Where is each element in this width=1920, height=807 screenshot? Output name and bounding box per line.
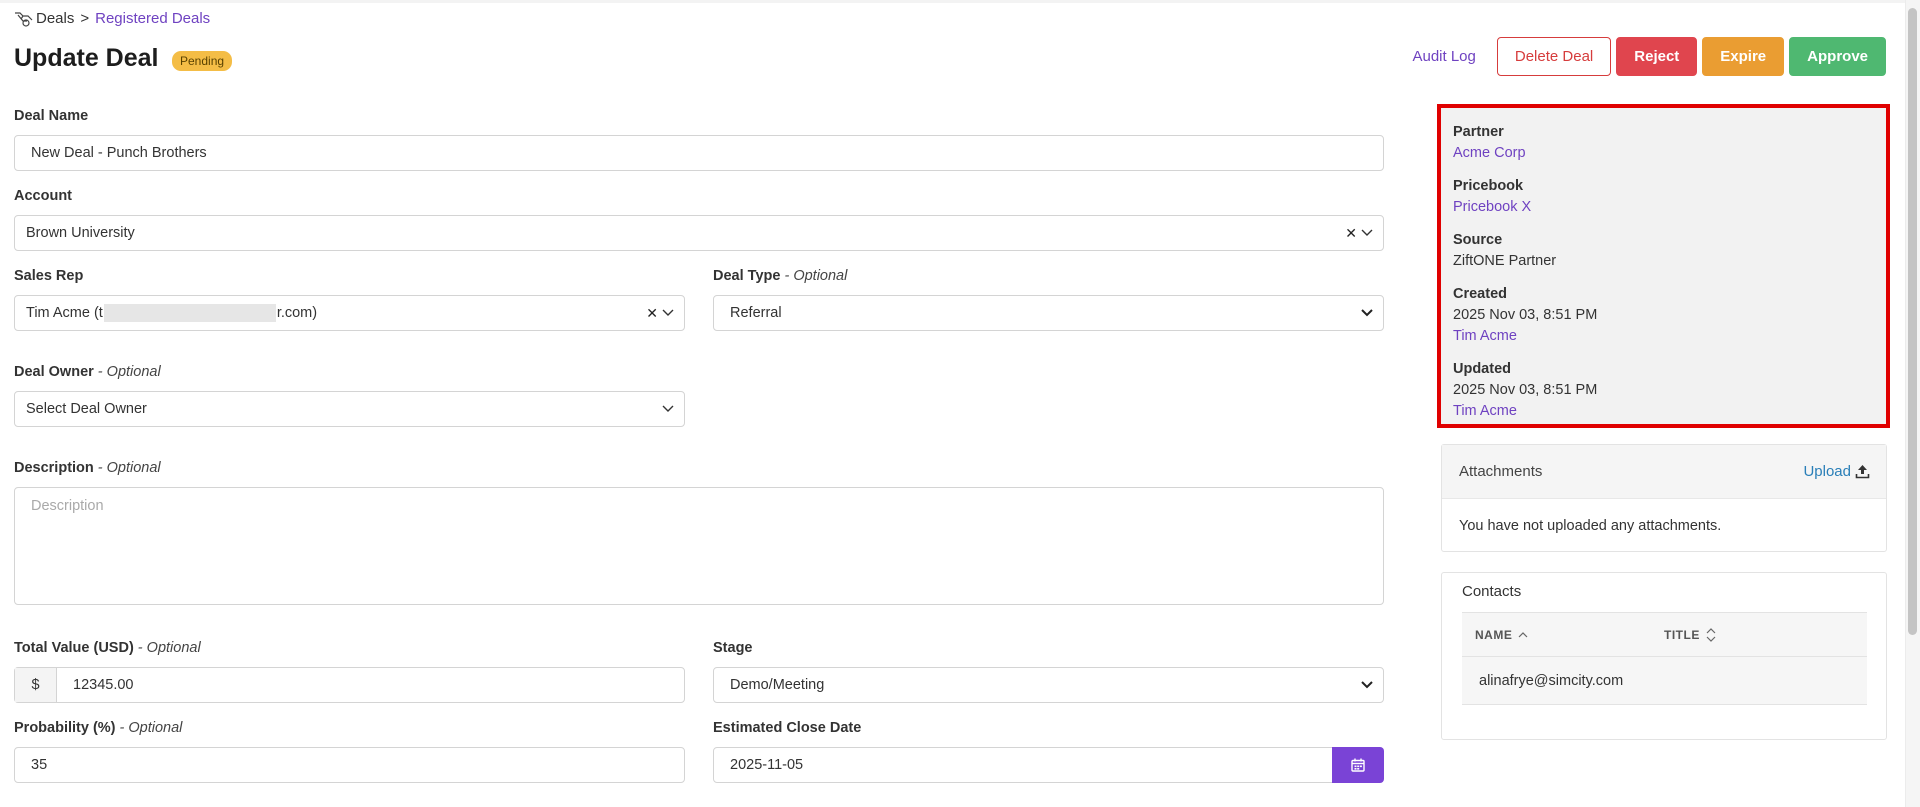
deal-name-input[interactable]: New Deal - Punch Brothers: [14, 135, 1384, 171]
description-textarea[interactable]: Description: [14, 487, 1384, 605]
action-bar: Audit Log Delete Deal Reject Expire Appr…: [1412, 37, 1886, 76]
contacts-title: Contacts: [1462, 583, 1522, 600]
source-info: Source ZiftONE Partner: [1453, 230, 1874, 272]
sort-ascending-icon: [1518, 631, 1528, 637]
expire-button[interactable]: Expire: [1702, 37, 1785, 76]
scrollbar[interactable]: [1905, 0, 1920, 807]
deal-owner-placeholder: Select Deal Owner: [26, 401, 147, 417]
source-label: Source: [1453, 232, 1503, 248]
clear-account-icon[interactable]: ✕: [1345, 225, 1357, 242]
chevron-down-icon[interactable]: [1361, 309, 1373, 317]
breadcrumb-registered-deals[interactable]: Registered Deals: [95, 10, 210, 27]
probability-label: Probability (%) - Optional: [14, 720, 183, 736]
pricebook-info: Pricebook Pricebook X: [1453, 176, 1874, 218]
total-value-input[interactable]: $ 12345.00: [14, 667, 685, 703]
deals-handshake-icon: [15, 11, 33, 27]
sort-both-icon: [1706, 627, 1716, 642]
stage-value: Demo/Meeting: [730, 677, 825, 693]
description-placeholder: Description: [31, 498, 104, 514]
updated-info: Updated 2025 Nov 03, 8:51 PM Tim Acme: [1453, 359, 1874, 422]
chevron-down-icon[interactable]: [1361, 229, 1373, 237]
clear-sales-rep-icon[interactable]: ✕: [646, 305, 658, 322]
contacts-table-header: NAME TITLE: [1462, 613, 1867, 657]
updated-by-link[interactable]: Tim Acme: [1453, 401, 1874, 422]
breadcrumb-separator: >: [80, 10, 90, 27]
chevron-down-icon[interactable]: [662, 405, 674, 413]
deal-name-label: Deal Name: [14, 108, 89, 124]
table-row[interactable]: alinafrye@simcity.com: [1462, 657, 1867, 705]
sales-rep-select[interactable]: Tim Acme (t r.com) ✕: [14, 295, 685, 331]
delete-deal-button[interactable]: Delete Deal: [1496, 37, 1612, 76]
redacted-email: [103, 304, 276, 322]
probability-value: 35: [31, 757, 48, 773]
audit-log-link[interactable]: Audit Log: [1412, 48, 1475, 65]
attachments-empty-message: You have not uploaded any attachments.: [1459, 518, 1722, 534]
created-date: 2025 Nov 03, 8:51 PM: [1453, 307, 1598, 323]
close-date-label: Estimated Close Date: [713, 720, 862, 736]
partner-label: Partner: [1453, 124, 1504, 140]
sales-rep-label: Sales Rep: [14, 268, 84, 284]
deal-name-value: New Deal - Punch Brothers: [31, 145, 207, 161]
updated-date: 2025 Nov 03, 8:51 PM: [1453, 382, 1598, 398]
deal-owner-label: Deal Owner - Optional: [14, 364, 161, 380]
approve-button[interactable]: Approve: [1789, 37, 1886, 76]
stage-label: Stage: [713, 640, 753, 656]
probability-input[interactable]: 35: [14, 747, 685, 783]
page-title: Update Deal: [14, 44, 159, 72]
total-value-label: Total Value (USD) - Optional: [14, 640, 201, 656]
attachments-header: Attachments Upload: [1442, 445, 1886, 499]
created-label: Created: [1453, 286, 1507, 302]
title-column-header[interactable]: TITLE: [1664, 628, 1716, 642]
close-date-value: 2025-11-05: [730, 757, 804, 773]
calendar-button[interactable]: [1332, 747, 1384, 783]
breadcrumb: Deals > Registered Deals: [14, 10, 210, 27]
contact-name: alinafrye@simcity.com: [1479, 672, 1624, 689]
deal-type-value: Referral: [730, 305, 782, 321]
updated-label: Updated: [1453, 361, 1511, 377]
status-badge: Pending: [172, 51, 233, 71]
source-value: ZiftONE Partner: [1453, 253, 1557, 269]
chevron-down-icon[interactable]: [1361, 681, 1373, 689]
deal-type-label: Deal Type - Optional: [713, 268, 848, 284]
created-info: Created 2025 Nov 03, 8:51 PM Tim Acme: [1453, 284, 1874, 347]
stage-select[interactable]: Demo/Meeting: [713, 667, 1384, 703]
attachments-title: Attachments: [1459, 463, 1543, 480]
upload-label: Upload: [1803, 463, 1851, 480]
reject-button[interactable]: Reject: [1616, 37, 1698, 76]
name-column-header[interactable]: NAME: [1462, 628, 1664, 642]
sales-rep-value: Tim Acme (t r.com): [15, 304, 646, 322]
calendar-icon: [1351, 758, 1365, 772]
pricebook-label: Pricebook: [1453, 178, 1524, 194]
top-border: [0, 0, 1905, 3]
sales-rep-name: Tim Acme (t: [26, 304, 103, 321]
upload-icon: [1855, 465, 1870, 479]
sales-rep-domain: r.com): [276, 304, 318, 321]
partner-link[interactable]: Acme Corp: [1453, 143, 1874, 164]
description-label: Description - Optional: [14, 460, 161, 476]
account-value: Brown University: [26, 225, 135, 241]
account-select[interactable]: Brown University ✕: [14, 215, 1384, 251]
partner-info: Partner Acme Corp: [1453, 122, 1874, 164]
created-by-link[interactable]: Tim Acme: [1453, 326, 1874, 347]
upload-button[interactable]: Upload: [1803, 463, 1870, 480]
pricebook-link[interactable]: Pricebook X: [1453, 197, 1874, 218]
scrollbar-thumb[interactable]: [1908, 8, 1917, 635]
deal-info-panel: Partner Acme Corp Pricebook Pricebook X …: [1437, 104, 1890, 428]
breadcrumb-deals[interactable]: Deals: [36, 10, 74, 27]
close-date-input[interactable]: 2025-11-05: [713, 747, 1333, 783]
deal-owner-select[interactable]: Select Deal Owner: [14, 391, 685, 427]
account-label: Account: [14, 188, 72, 204]
contacts-card: Contacts NAME TITLE alinafrye@simcity.co…: [1441, 572, 1887, 740]
contacts-table: NAME TITLE alinafrye@simcity.com: [1462, 612, 1867, 705]
chevron-down-icon[interactable]: [662, 309, 674, 317]
deal-type-select[interactable]: Referral: [713, 295, 1384, 331]
currency-addon: $: [15, 668, 57, 702]
attachments-card: Attachments Upload You have not uploaded…: [1441, 444, 1887, 552]
total-value-value: 12345.00: [73, 677, 134, 693]
